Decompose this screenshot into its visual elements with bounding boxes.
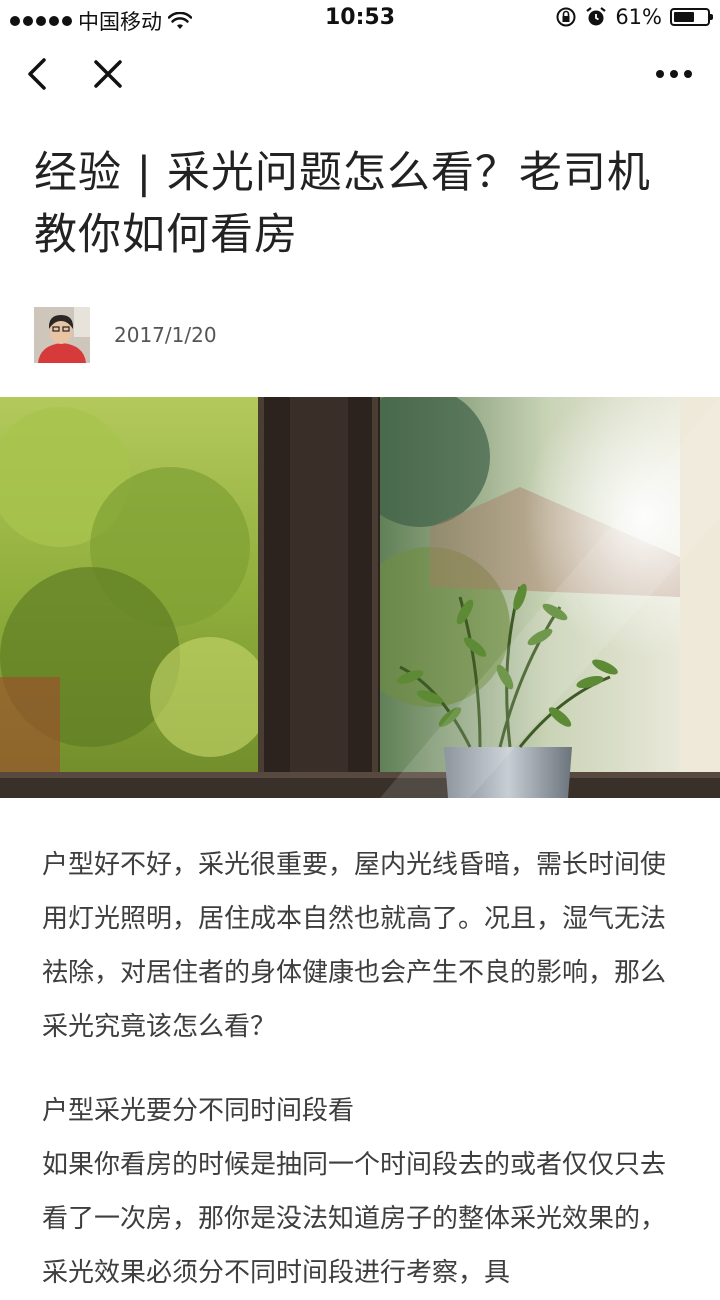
article-paragraph: 如果你看房的时候是抽同一个时间段去的或者仅仅只去看了一次房，那你是没法知道房子的… xyxy=(42,1150,667,1288)
navigation-bar xyxy=(0,36,720,110)
alarm-icon xyxy=(586,7,606,26)
publish-date: 2017/1/20 xyxy=(114,323,217,347)
avatar-image xyxy=(34,307,90,363)
battery-icon xyxy=(670,8,713,26)
rotation-lock-icon xyxy=(556,7,576,27)
author-avatar[interactable] xyxy=(34,307,90,363)
chevron-left-icon xyxy=(28,58,46,90)
article-meta: 2017/1/20 xyxy=(34,306,217,364)
article-title: 经验 | 采光问题怎么看？老司机教你如何看房 xyxy=(34,148,651,260)
more-options-button[interactable] xyxy=(654,54,694,94)
close-button[interactable] xyxy=(88,54,128,94)
battery-percent: 61% xyxy=(615,5,662,29)
article-paragraph: 户型好不好，采光很重要，屋内光线昏暗，需长时间使用灯光照明，居住成本自然也就高了… xyxy=(42,850,667,1042)
back-button[interactable] xyxy=(18,54,58,94)
article-section: 户型采光要分不同时间段看 如果你看房的时候是抽同一个时间段去的或者仅仅只去看了一… xyxy=(42,1084,682,1300)
article-content: 户型好不好，采光很重要，屋内光线昏暗，需长时间使用灯光照明，居住成本自然也就高了… xyxy=(42,838,682,1300)
article-hero-image xyxy=(0,397,720,798)
status-right: 61% xyxy=(555,5,713,29)
close-icon xyxy=(94,60,122,88)
section-heading: 户型采光要分不同时间段看 xyxy=(42,1096,355,1126)
status-bar: 中国移动 10:53 61% xyxy=(0,0,720,36)
more-dots-icon xyxy=(656,70,692,78)
